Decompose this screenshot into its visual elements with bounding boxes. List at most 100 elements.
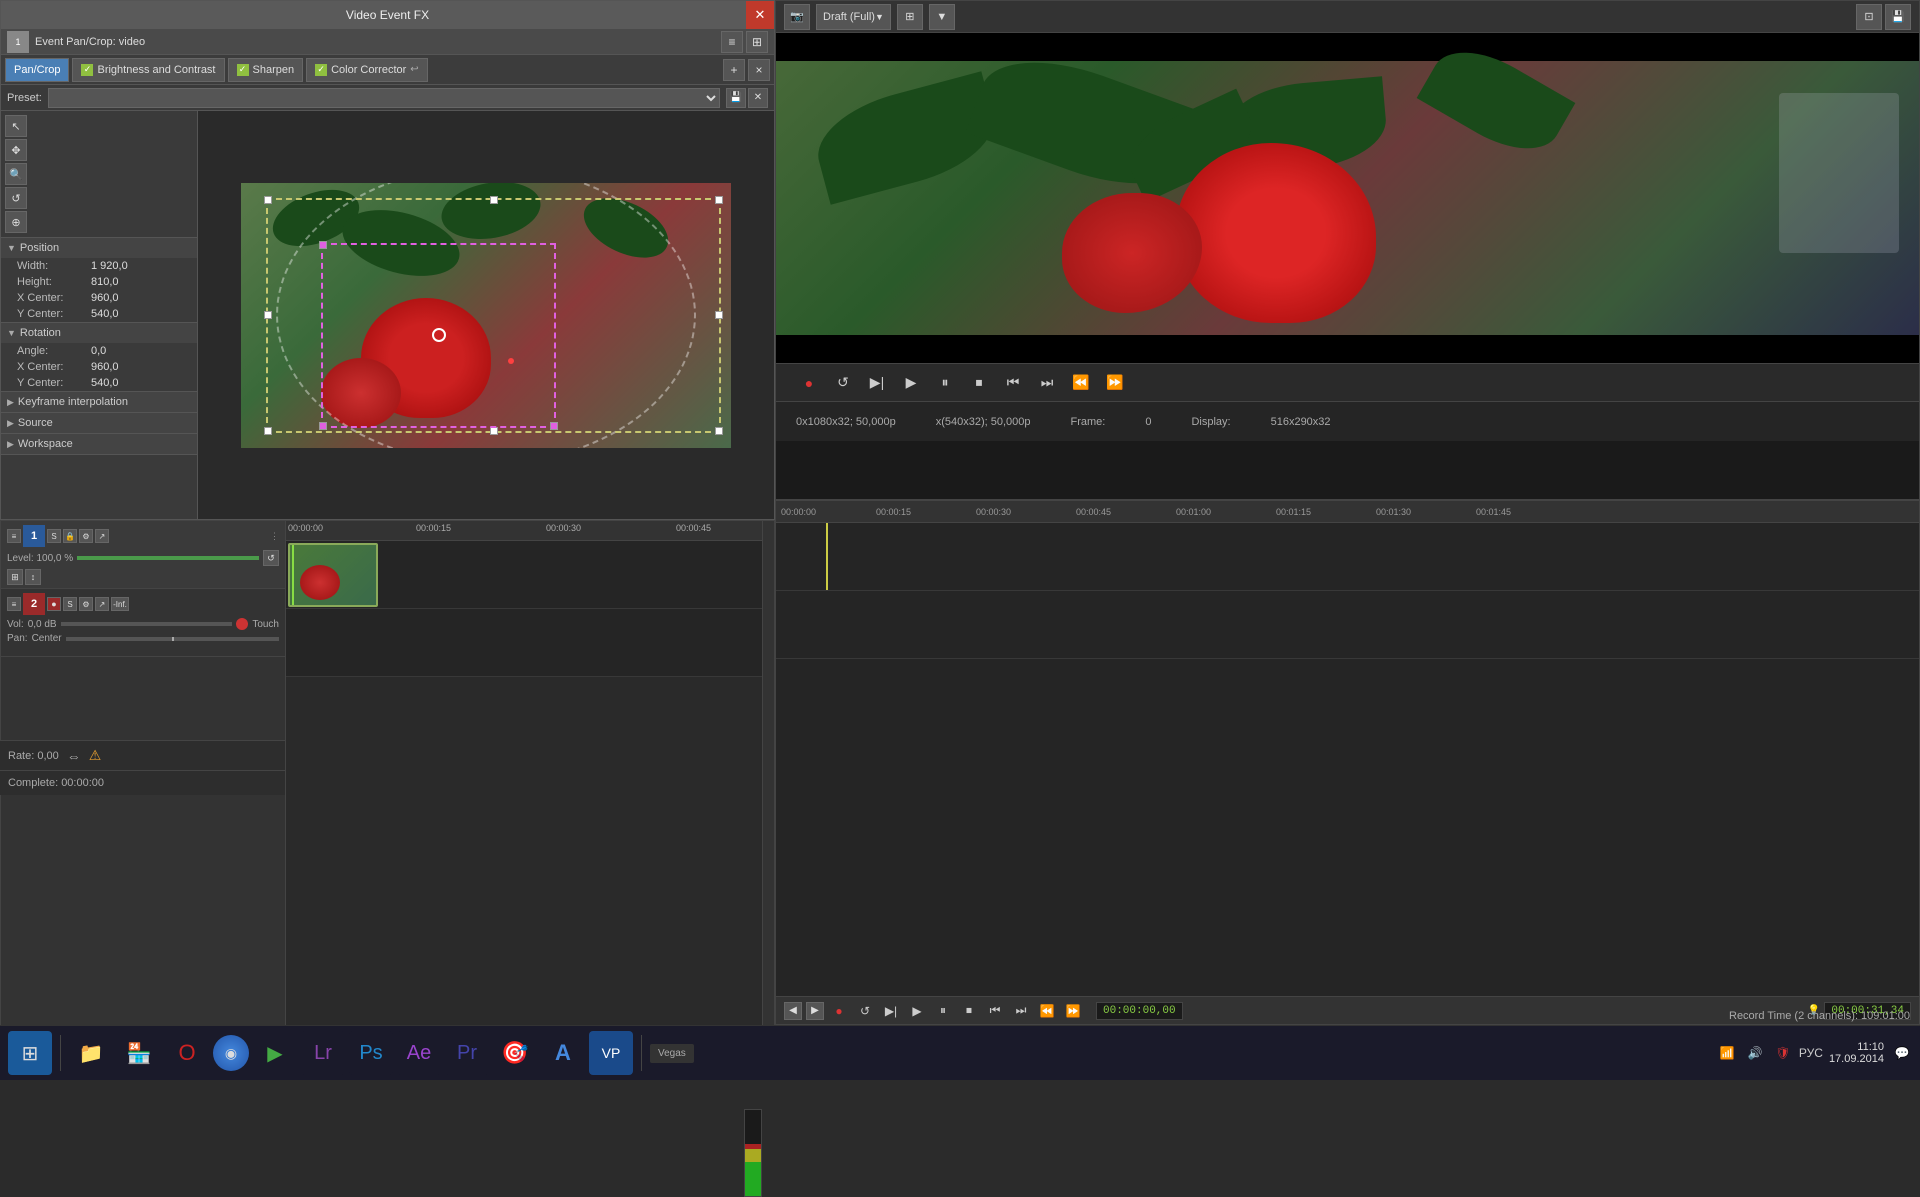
vfx-close-btn[interactable]: ✕ (746, 1, 774, 29)
main-pause-btn[interactable]: ⏸ (932, 1000, 954, 1022)
main-play-from-btn[interactable]: ▶| (880, 1000, 902, 1022)
tray-network[interactable]: 📶 (1717, 1043, 1737, 1063)
taskbar-chrome[interactable]: ◉ (213, 1035, 249, 1071)
tab-remove-fx-btn[interactable]: × (748, 59, 770, 81)
vfx-settings-btn[interactable]: ≡ (721, 31, 743, 53)
taskbar-aftereffects[interactable]: Ae (397, 1031, 441, 1075)
track-2-solo[interactable]: S (63, 597, 77, 611)
tray-notifications[interactable]: 💬 (1892, 1043, 1912, 1063)
tray-lang[interactable]: РУС (1801, 1043, 1821, 1063)
preview-play-from-btn[interactable]: ▶| (864, 370, 890, 396)
taskbar-app10[interactable]: A (541, 1031, 585, 1075)
preview-quality-btn[interactable]: Draft (Full) ▼ (816, 4, 891, 30)
rotate-tool-btn[interactable]: ↺ (5, 187, 27, 209)
main-next-btn[interactable]: ⏭ (1010, 1000, 1032, 1022)
video-clip[interactable] (288, 543, 378, 607)
taskbar-lightroom[interactable]: Lr (301, 1031, 345, 1075)
level-reset-1[interactable]: ↺ (263, 550, 279, 566)
angle-value[interactable]: 0,0 (91, 345, 106, 357)
xcenter-value[interactable]: 960,0 (91, 292, 119, 304)
preview-loop-btn[interactable]: ↺ (830, 370, 856, 396)
taskbar-app9[interactable]: 🎯 (493, 1031, 537, 1075)
preview-camera-btn[interactable]: 📷 (784, 4, 810, 30)
preview-next-frame-btn[interactable]: ⏭ (1034, 370, 1060, 396)
zoom-tool-btn[interactable]: 🔍 (5, 163, 27, 185)
taskbar-explorer[interactable]: 📁 (69, 1031, 113, 1075)
track-1-lock[interactable]: 🔒 (63, 529, 77, 543)
keyframe-section-header[interactable]: ▶ Keyframe interpolation (1, 392, 197, 412)
tray-security[interactable]: 🛡 (1773, 1043, 1793, 1063)
preview-save-btn[interactable]: 💾 (1885, 4, 1911, 30)
main-loop-btn[interactable]: ↺ (854, 1000, 876, 1022)
ycenter-value[interactable]: 540,0 (91, 308, 119, 320)
tab-colorcorrect[interactable]: ✓ Color Corrector ↩ (306, 58, 428, 82)
tab-add-fx-btn[interactable]: + (723, 59, 745, 81)
preview-snap-btn[interactable]: ⊡ (1856, 4, 1882, 30)
preview-slow-rev-btn[interactable]: ⏪ (1068, 370, 1094, 396)
taskbar-premiere[interactable]: Pr (445, 1031, 489, 1075)
main-record-btn[interactable]: ● (828, 1000, 850, 1022)
taskbar-winamp[interactable]: ▶ (253, 1031, 297, 1075)
main-scroll-left[interactable]: ◀ (784, 1002, 802, 1020)
height-value[interactable]: 810,0 (91, 276, 119, 288)
preview-play-btn[interactable]: ▶ (898, 370, 924, 396)
preview-pause-btn[interactable]: ⏸ (932, 370, 958, 396)
taskbar-opera[interactable]: O (165, 1031, 209, 1075)
anchor-tool-btn[interactable]: ⊕ (5, 211, 27, 233)
level-slider-1[interactable] (77, 556, 259, 560)
preset-save-btn[interactable]: 💾 (726, 88, 746, 108)
rot-xcenter-value[interactable]: 960,0 (91, 361, 119, 373)
track-1-fx[interactable]: ⚙ (79, 529, 93, 543)
rotation-section-header[interactable]: ▼ Rotation (1, 323, 197, 343)
track-comp-btn[interactable]: ⊞ (7, 569, 23, 585)
preview-prev-frame-btn[interactable]: ⏮ (1000, 370, 1026, 396)
track-2-record[interactable]: ● (47, 597, 61, 611)
main-scroll-right[interactable]: ▶ (806, 1002, 824, 1020)
track-1-solo[interactable]: S (47, 529, 61, 543)
taskbar-photoshop[interactable]: Ps (349, 1031, 393, 1075)
preview-grid-arrow[interactable]: ▼ (929, 4, 955, 30)
width-value[interactable]: 1 920,0 (91, 260, 128, 272)
track-1-env[interactable]: ↗ (95, 529, 109, 543)
taskbar-app11[interactable]: VP (589, 1031, 633, 1075)
tab-sharpen[interactable]: ✓ Sharpen (228, 58, 304, 82)
preview-record-btn[interactable]: ● (796, 370, 822, 396)
select-tool-btn[interactable]: ↖ (5, 115, 27, 137)
track-2-input[interactable]: -Inf. (111, 597, 129, 611)
start-button[interactable]: ⊞ (8, 1031, 52, 1075)
track-motion-btn[interactable]: ↕ (25, 569, 41, 585)
preset-select[interactable] (48, 88, 720, 108)
source-section-header[interactable]: ▶ Source (1, 413, 197, 433)
vfx-grid-btn[interactable]: ⊞ (746, 31, 768, 53)
pan-slider[interactable] (66, 637, 279, 641)
taskbar-active-window[interactable]: Vegas (650, 1044, 694, 1063)
preset-close-btn[interactable]: ✕ (748, 88, 768, 108)
main-slow-rev-btn[interactable]: ⏪ (1036, 1000, 1058, 1022)
main-slow-fwd-btn[interactable]: ⏩ (1062, 1000, 1084, 1022)
preview-stop-btn[interactable]: ⏹ (966, 370, 992, 396)
preview-slow-fwd-btn[interactable]: ⏩ (1102, 370, 1128, 396)
timeline-vscroll[interactable] (762, 521, 774, 1049)
track-2-fx[interactable]: ⚙ (79, 597, 93, 611)
track-2-env[interactable]: ↗ (95, 597, 109, 611)
tab-pancrop[interactable]: Pan/Crop (5, 58, 69, 82)
track-1-mute[interactable]: ≡ (7, 529, 21, 543)
workspace-section-header[interactable]: ▶ Workspace (1, 434, 197, 454)
rot-ycenter-value[interactable]: 540,0 (91, 377, 119, 389)
move-tool-btn[interactable]: ✥ (5, 139, 27, 161)
vol-record-btn[interactable] (236, 618, 248, 630)
position-section-header[interactable]: ▼ Position (1, 238, 197, 258)
system-clock[interactable]: 11:10 17.09.2014 (1829, 1041, 1884, 1065)
vol-row: Vol: 0,0 dB Touch (7, 618, 279, 630)
track-2-mute[interactable]: ≡ (7, 597, 21, 611)
track-1-more[interactable]: ⋮ (270, 531, 279, 542)
vol-slider[interactable] (61, 622, 233, 626)
taskbar-store[interactable]: 🏪 (117, 1031, 161, 1075)
preview-grid-btn[interactable]: ⊞ (897, 4, 923, 30)
main-stop-btn[interactable]: ⏹ (958, 1000, 980, 1022)
main-prev-btn[interactable]: ⏮ (984, 1000, 1006, 1022)
tray-sound[interactable]: 🔊 (1745, 1043, 1765, 1063)
tab-brightness[interactable]: ✓ Brightness and Contrast (72, 58, 224, 82)
main-play-btn[interactable]: ▶ (906, 1000, 928, 1022)
rate-arrows[interactable]: ⇔ (67, 748, 81, 764)
